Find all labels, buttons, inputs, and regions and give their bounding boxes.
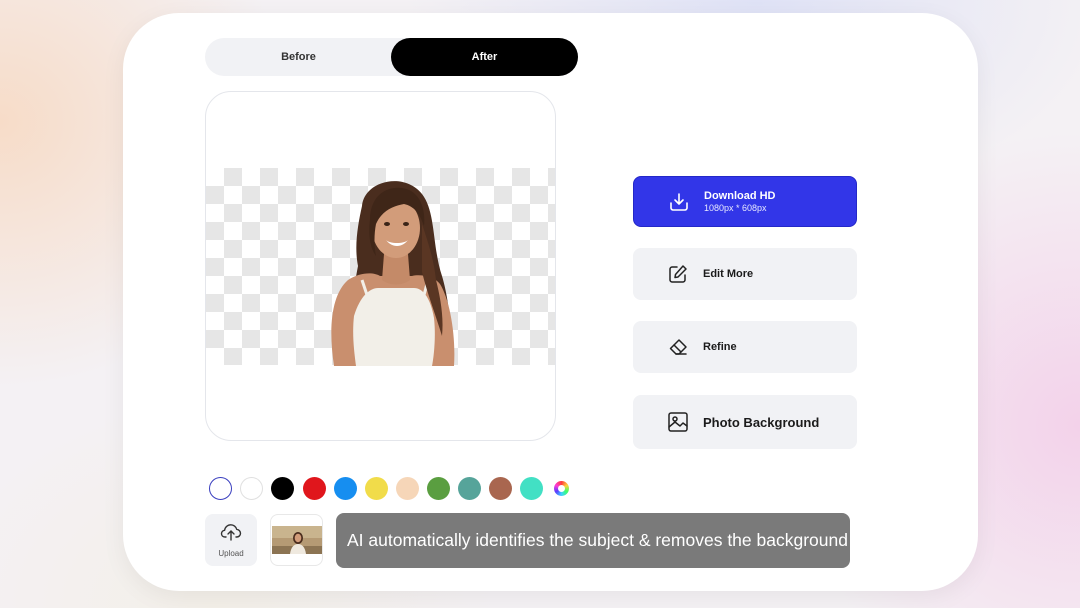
image-preview (205, 91, 556, 441)
edit-icon (667, 263, 689, 285)
upload-label: Upload (218, 548, 244, 558)
swatch-aqua[interactable] (520, 477, 543, 500)
download-label: Download HD 1080px * 608px (704, 190, 776, 213)
swatch-green[interactable] (427, 477, 450, 500)
refine-label: Refine (703, 341, 737, 353)
swatch-white[interactable] (240, 477, 263, 500)
swatch-black[interactable] (271, 477, 294, 500)
image-thumbnail[interactable] (270, 514, 323, 566)
swatch-red[interactable] (303, 477, 326, 500)
edit-more-button[interactable]: Edit More (633, 248, 857, 300)
refine-button[interactable]: Refine (633, 321, 857, 373)
color-picker-center (558, 485, 565, 492)
cloud-upload-icon (220, 523, 242, 546)
upload-button[interactable]: Upload (205, 514, 257, 566)
download-title: Download HD (704, 190, 776, 202)
image-icon (667, 411, 689, 433)
swatch-peach[interactable] (396, 477, 419, 500)
edit-more-label: Edit More (703, 268, 754, 280)
photo-background-label: Photo Background (703, 414, 820, 430)
feature-caption: AI automatically identifies the subject … (336, 513, 850, 568)
eraser-icon (667, 336, 689, 358)
swatch-yellow[interactable] (365, 477, 388, 500)
download-resolution: 1080px * 608px (704, 203, 767, 213)
before-tab[interactable]: Before (205, 38, 392, 76)
before-after-toggle: Before After (205, 38, 578, 76)
after-tab[interactable]: After (391, 38, 578, 76)
swatch-brown[interactable] (489, 477, 512, 500)
swatch-transparent[interactable] (209, 477, 232, 500)
swatch-blue[interactable] (334, 477, 357, 500)
color-picker-icon[interactable] (554, 481, 569, 496)
swatch-teal[interactable] (458, 477, 481, 500)
download-hd-button[interactable]: Download HD 1080px * 608px (633, 176, 857, 227)
subject-cutout-image (331, 181, 455, 366)
photo-background-button[interactable]: Photo Background (633, 395, 857, 449)
download-icon (668, 191, 690, 213)
thumbnail-photo (271, 526, 322, 554)
